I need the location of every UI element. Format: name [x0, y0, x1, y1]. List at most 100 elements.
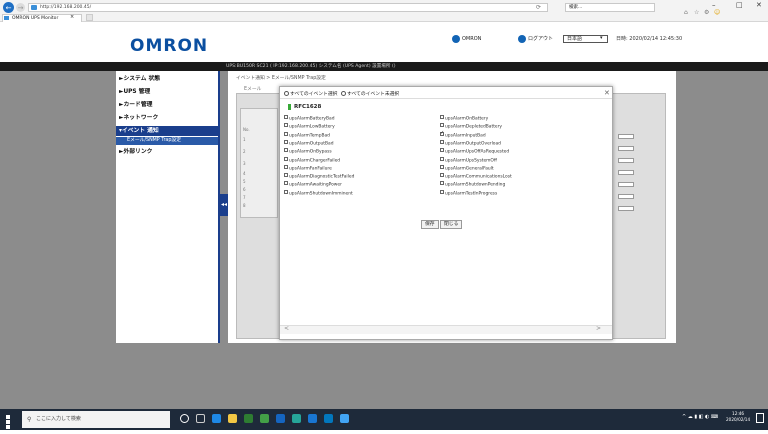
- event-checkbox-item[interactable]: upsAlarmLowBattery: [284, 123, 335, 131]
- checkbox[interactable]: [440, 115, 444, 119]
- sidebar-subitem-email-snmp[interactable]: Eメール/SNMP Trap設定: [116, 137, 218, 145]
- minimize-button[interactable]: –: [712, 1, 716, 9]
- checkbox[interactable]: [284, 173, 288, 178]
- address-bar[interactable]: http://192.168.200.45/: [28, 3, 548, 12]
- scroll-left-icon[interactable]: <: [284, 325, 289, 332]
- mail-icon[interactable]: [308, 414, 317, 423]
- event-checkbox-item[interactable]: upsAlarmShutdownImminent: [284, 189, 353, 198]
- forward-button[interactable]: →: [16, 3, 25, 12]
- checkbox[interactable]: [440, 181, 444, 186]
- logout-link[interactable]: ログアウト: [528, 35, 553, 43]
- store-icon[interactable]: [244, 414, 253, 423]
- sidebar-item-ups-management[interactable]: ►UPS 管理: [116, 87, 218, 97]
- taskbar-search-input[interactable]: ここに入力して検索: [22, 411, 170, 428]
- event-checkbox-item[interactable]: upsAlarmGeneralFault: [440, 164, 494, 173]
- checkbox[interactable]: [440, 148, 444, 153]
- event-checkbox-item[interactable]: upsAlarmInputBad: [440, 130, 486, 140]
- checkbox[interactable]: [284, 189, 288, 194]
- checkbox[interactable]: [284, 181, 288, 186]
- sidebar-item-network[interactable]: ►ネットワーク: [116, 113, 218, 123]
- new-tab-button[interactable]: [86, 14, 93, 21]
- checkbox-label: upsAlarmGeneralFault: [445, 166, 494, 172]
- checkbox[interactable]: [440, 139, 444, 144]
- event-checkbox-item[interactable]: upsAlarmOutputBad: [284, 139, 334, 148]
- event-checkbox-item[interactable]: upsAlarmAwaitingPower: [284, 181, 342, 189]
- back-button[interactable]: ←: [3, 2, 14, 13]
- checkbox[interactable]: [284, 131, 288, 136]
- smiley-feedback-icon[interactable]: ☺: [714, 9, 720, 16]
- event-checkbox-item[interactable]: upsAlarmBatteryBad: [284, 115, 335, 123]
- select-all-radio[interactable]: [284, 91, 289, 96]
- save-button[interactable]: 保存: [421, 220, 439, 229]
- horizontal-scrollbar[interactable]: [280, 325, 612, 334]
- checkbox[interactable]: [284, 123, 288, 128]
- home-icon[interactable]: ⌂: [684, 9, 688, 16]
- logout-icon[interactable]: [518, 35, 526, 43]
- refresh-icon[interactable]: ⟳: [536, 4, 541, 11]
- table-row: 3: [243, 161, 246, 166]
- ie-icon[interactable]: [340, 414, 349, 423]
- sidebar-item-external-links[interactable]: ►外部リンク: [116, 147, 218, 157]
- cortana-icon[interactable]: [180, 414, 189, 423]
- browser-search-input[interactable]: 検索...: [565, 3, 655, 12]
- checkbox[interactable]: [440, 130, 444, 136]
- event-checkbox-item[interactable]: upsAlarmUpsSystemOff: [440, 156, 497, 165]
- checkbox[interactable]: [440, 164, 444, 169]
- omron-logo: OMRON: [130, 36, 209, 56]
- event-checkbox-item[interactable]: upsAlarmDiagnosticTestFailed: [284, 173, 354, 181]
- sidebar-item-system-status[interactable]: ►システム 状態: [116, 74, 218, 84]
- collapse-sidebar-button[interactable]: ◂◂: [220, 194, 228, 216]
- checkbox[interactable]: [284, 156, 288, 161]
- tab-close-icon[interactable]: ×: [70, 14, 74, 21]
- bg-field: [618, 134, 634, 139]
- checkbox[interactable]: [440, 189, 444, 194]
- select-all-label[interactable]: すべてのイベント選択: [290, 92, 337, 97]
- event-checkbox-item[interactable]: upsAlarmOnBattery: [440, 115, 488, 123]
- event-checkbox-item[interactable]: upsAlarmFanFailure: [284, 164, 332, 173]
- event-checkbox-item[interactable]: upsAlarmDepletedBattery: [440, 123, 502, 131]
- word-icon[interactable]: [276, 414, 285, 423]
- checkbox[interactable]: [440, 173, 444, 178]
- checkbox[interactable]: [284, 164, 288, 169]
- event-checkbox-item[interactable]: upsAlarmShutdownPending: [440, 181, 505, 189]
- event-checkbox-item[interactable]: upsAlarmOnBypass: [284, 148, 332, 156]
- favorites-star-icon[interactable]: ☆: [694, 9, 699, 16]
- checkbox-label: upsAlarmOnBypass: [289, 149, 332, 155]
- dialog-close-icon[interactable]: ✕: [604, 89, 610, 97]
- settings-gear-icon[interactable]: ⚙: [704, 9, 709, 16]
- chevron-down-icon[interactable]: ▾: [600, 35, 603, 42]
- sidebar-item-card-management[interactable]: ►カード管理: [116, 100, 218, 110]
- checkbox-label: upsAlarmShutdownImminent: [289, 191, 353, 197]
- checkbox[interactable]: [440, 156, 444, 161]
- checkbox[interactable]: [284, 148, 288, 153]
- clock[interactable]: 12:46 2020/02/14: [726, 411, 750, 423]
- event-checkbox-item[interactable]: upsAlarmTestInProgress: [440, 189, 497, 198]
- edge-icon[interactable]: [212, 414, 221, 423]
- checkbox[interactable]: [284, 115, 288, 119]
- event-checkbox-item[interactable]: upsAlarmTempBad: [284, 131, 330, 140]
- table-row: 4: [243, 171, 246, 176]
- select-mode-radios: すべてのイベント選択 すべてのイベント未選択: [284, 90, 399, 97]
- event-checkbox-item[interactable]: upsAlarmOutputOverload: [440, 139, 501, 148]
- system-tray-icons[interactable]: ^ ☁ ▮ ◧ ◐ ⌨: [682, 414, 718, 420]
- outlook-icon[interactable]: [324, 414, 333, 423]
- event-checkbox-item[interactable]: upsAlarmUpsOffAsRequested: [440, 148, 509, 156]
- deselect-all-radio[interactable]: [340, 91, 346, 96]
- scroll-right-icon[interactable]: >: [596, 325, 601, 332]
- app-icon[interactable]: [292, 414, 301, 423]
- checkbox[interactable]: [284, 139, 288, 144]
- notification-icon[interactable]: [756, 413, 764, 423]
- event-checkbox-item[interactable]: upsAlarmCommunicationsLost: [440, 173, 512, 181]
- windows-start-icon[interactable]: [6, 415, 15, 434]
- file-explorer-icon[interactable]: [228, 414, 237, 423]
- sidebar-item-event-notification[interactable]: ▾イベント 通知: [116, 126, 218, 136]
- task-view-icon[interactable]: [196, 414, 205, 423]
- deselect-all-label[interactable]: すべてのイベント未選択: [347, 92, 399, 97]
- event-checkbox-item[interactable]: upsAlarmChargerFailed: [284, 156, 340, 165]
- table-header: No.: [243, 127, 250, 132]
- close-button[interactable]: 閉じる: [440, 220, 463, 229]
- checkbox[interactable]: [440, 123, 444, 128]
- excel-icon[interactable]: [260, 414, 269, 423]
- maximize-button[interactable]: □: [736, 1, 743, 9]
- window-close-button[interactable]: ✕: [756, 1, 762, 9]
